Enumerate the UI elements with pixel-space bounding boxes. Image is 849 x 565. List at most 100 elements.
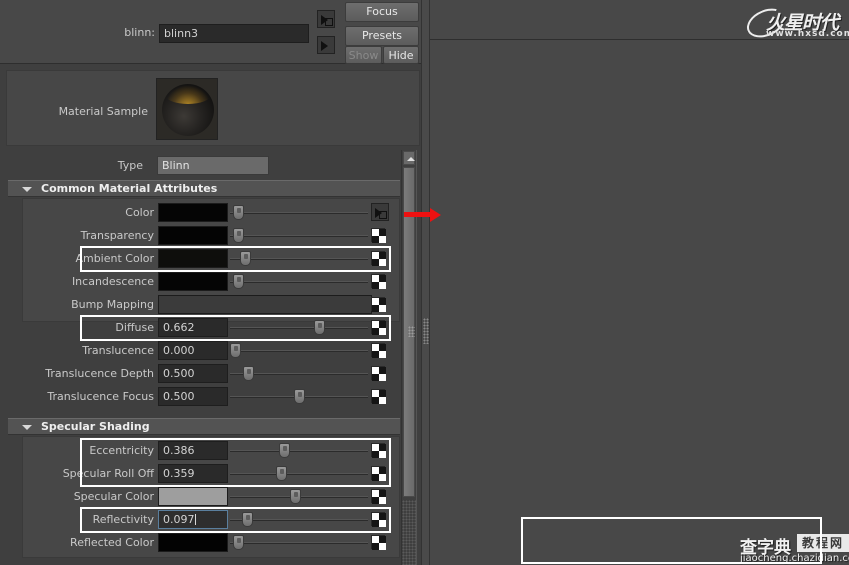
- attr-specular-color-map-button[interactable]: [371, 489, 386, 504]
- scroll-trough: [402, 500, 416, 565]
- attr-slider-translucence[interactable]: [230, 341, 368, 360]
- slider-handle[interactable]: [276, 466, 287, 481]
- attr-reflectivity-map-button[interactable]: [371, 512, 386, 527]
- attr-translucence-focus-map-button[interactable]: [371, 389, 386, 404]
- attr-label-specular-color: Specular Color: [73, 490, 154, 503]
- material-type-dropdown[interactable]: Blinn: [157, 156, 269, 175]
- attr-input-translucence[interactable]: 0.000: [158, 341, 228, 360]
- attr-label-translucence-depth: Translucence Depth: [45, 367, 154, 380]
- attr-slider-specular-roll-off[interactable]: [230, 464, 368, 483]
- ramp-header-bar: [430, 0, 849, 40]
- slider-track: [230, 542, 368, 544]
- attr-label-translucence: Translucence: [82, 344, 154, 357]
- slider-handle[interactable]: [233, 535, 244, 550]
- attr-input-translucence-focus[interactable]: 0.500: [158, 387, 228, 406]
- chevron-down-icon: [22, 187, 32, 192]
- attr-incandescence-map-button[interactable]: [371, 274, 386, 289]
- attr-slider-translucence-focus[interactable]: [230, 387, 368, 406]
- attr-specular-roll-off-map-button[interactable]: [371, 466, 386, 481]
- attr-slider-eccentricity[interactable]: [230, 441, 368, 460]
- attr-transparency-map-button[interactable]: [371, 228, 386, 243]
- attr-slider-specular-color[interactable]: [230, 487, 368, 506]
- splitter-grip-dots: [423, 318, 429, 344]
- attr-label-reflectivity: Reflectivity: [92, 513, 154, 526]
- presets-button[interactable]: Presets: [345, 26, 419, 46]
- slider-handle[interactable]: [279, 443, 290, 458]
- section-common-material-attributes[interactable]: Common Material Attributes: [8, 180, 400, 197]
- slider-handle[interactable]: [240, 251, 251, 266]
- maya-attribute-editor: blinn: blinn3 Focus Presets Show Hide Ma…: [0, 0, 849, 565]
- attr-eccentricity-map-button[interactable]: [371, 443, 386, 458]
- attr-slider-diffuse[interactable]: [230, 318, 368, 337]
- attr-slider-transparency[interactable]: [230, 226, 368, 245]
- attr-translucence-depth-map-button[interactable]: [371, 366, 386, 381]
- attr-swatch-transparency[interactable]: [158, 226, 228, 245]
- attr-slider-reflected-color[interactable]: [230, 533, 368, 552]
- slider-track: [230, 350, 368, 352]
- attr-label-diffuse: Diffuse: [115, 321, 154, 334]
- attr-diffuse-map-button[interactable]: [371, 320, 386, 335]
- attr-slider-incandescence[interactable]: [230, 272, 368, 291]
- slider-handle[interactable]: [314, 320, 325, 335]
- attr-slider-color[interactable]: [230, 203, 368, 222]
- slider-track: [230, 327, 368, 329]
- attr-bump-mapping-map-button[interactable]: [371, 297, 386, 312]
- chevron-down-icon: [22, 425, 32, 430]
- attr-swatch-color[interactable]: [158, 203, 228, 222]
- attr-label-specular-roll-off: Specular Roll Off: [62, 467, 154, 480]
- slider-handle[interactable]: [242, 512, 253, 527]
- attr-swatch-bump-mapping[interactable]: [158, 295, 372, 314]
- section-title: Specular Shading: [41, 420, 150, 433]
- slider-track: [230, 281, 368, 283]
- attr-input-reflectivity[interactable]: 0.097: [158, 510, 228, 529]
- attr-swatch-reflected-color[interactable]: [158, 533, 228, 552]
- slider-track: [230, 235, 368, 237]
- attr-translucence-map-button[interactable]: [371, 343, 386, 358]
- slider-handle[interactable]: [233, 274, 244, 289]
- focus-button[interactable]: Focus: [345, 2, 419, 22]
- attr-label-transparency: Transparency: [80, 229, 154, 242]
- ramp-attribute-panel: ramp: ramp5 Presets Show Hide Texture Sa…: [430, 0, 849, 565]
- attr-label-bump-mapping: Bump Mapping: [71, 298, 154, 311]
- slider-handle[interactable]: [233, 228, 244, 243]
- attr-label-color: Color: [125, 206, 154, 219]
- scroll-grip: [408, 326, 415, 337]
- slider-handle[interactable]: [294, 389, 305, 404]
- attr-input-translucence-depth[interactable]: 0.500: [158, 364, 228, 383]
- input-connection-icon[interactable]: [317, 10, 335, 28]
- attr-label-reflected-color: Reflected Color: [70, 536, 154, 549]
- attr-input-specular-roll-off[interactable]: 0.359: [158, 464, 228, 483]
- blinn-attribute-panel: blinn: blinn3 Focus Presets Show Hide Ma…: [0, 0, 430, 565]
- type-label: Type: [117, 159, 143, 172]
- slider-track: [230, 473, 368, 475]
- show-button[interactable]: Show: [345, 46, 382, 64]
- attr-label-ambient-color: Ambient Color: [75, 252, 154, 265]
- attr-label-incandescence: Incandescence: [71, 275, 154, 288]
- material-sample-label: Material Sample: [58, 105, 148, 118]
- slider-track: [230, 212, 368, 214]
- attr-slider-translucence-depth[interactable]: [230, 364, 368, 383]
- attr-input-diffuse[interactable]: 0.662: [158, 318, 228, 337]
- hide-button[interactable]: Hide: [383, 46, 419, 64]
- attr-color-connection-icon[interactable]: [371, 203, 389, 221]
- attr-swatch-ambient-color[interactable]: [158, 249, 228, 268]
- attr-reflected-color-map-button[interactable]: [371, 535, 386, 550]
- section-title: Common Material Attributes: [41, 182, 218, 195]
- attr-ambient-color-map-button[interactable]: [371, 251, 386, 266]
- attr-swatch-specular-color[interactable]: [158, 487, 228, 506]
- section-specular-shading[interactable]: Specular Shading: [8, 418, 400, 435]
- output-connection-icon[interactable]: [317, 36, 335, 54]
- scroll-up-arrow-icon[interactable]: [403, 151, 415, 165]
- slider-handle[interactable]: [233, 205, 244, 220]
- slider-handle[interactable]: [243, 366, 254, 381]
- slider-handle[interactable]: [230, 343, 241, 358]
- material-sample-swatch[interactable]: [156, 78, 218, 140]
- attr-slider-reflectivity[interactable]: [230, 510, 368, 529]
- attr-input-eccentricity[interactable]: 0.386: [158, 441, 228, 460]
- attr-slider-ambient-color[interactable]: [230, 249, 368, 268]
- panel-splitter[interactable]: [421, 0, 430, 565]
- attr-swatch-incandescence[interactable]: [158, 272, 228, 291]
- slider-handle[interactable]: [290, 489, 301, 504]
- node-name-input[interactable]: blinn3: [159, 24, 309, 43]
- slider-track: [230, 450, 368, 452]
